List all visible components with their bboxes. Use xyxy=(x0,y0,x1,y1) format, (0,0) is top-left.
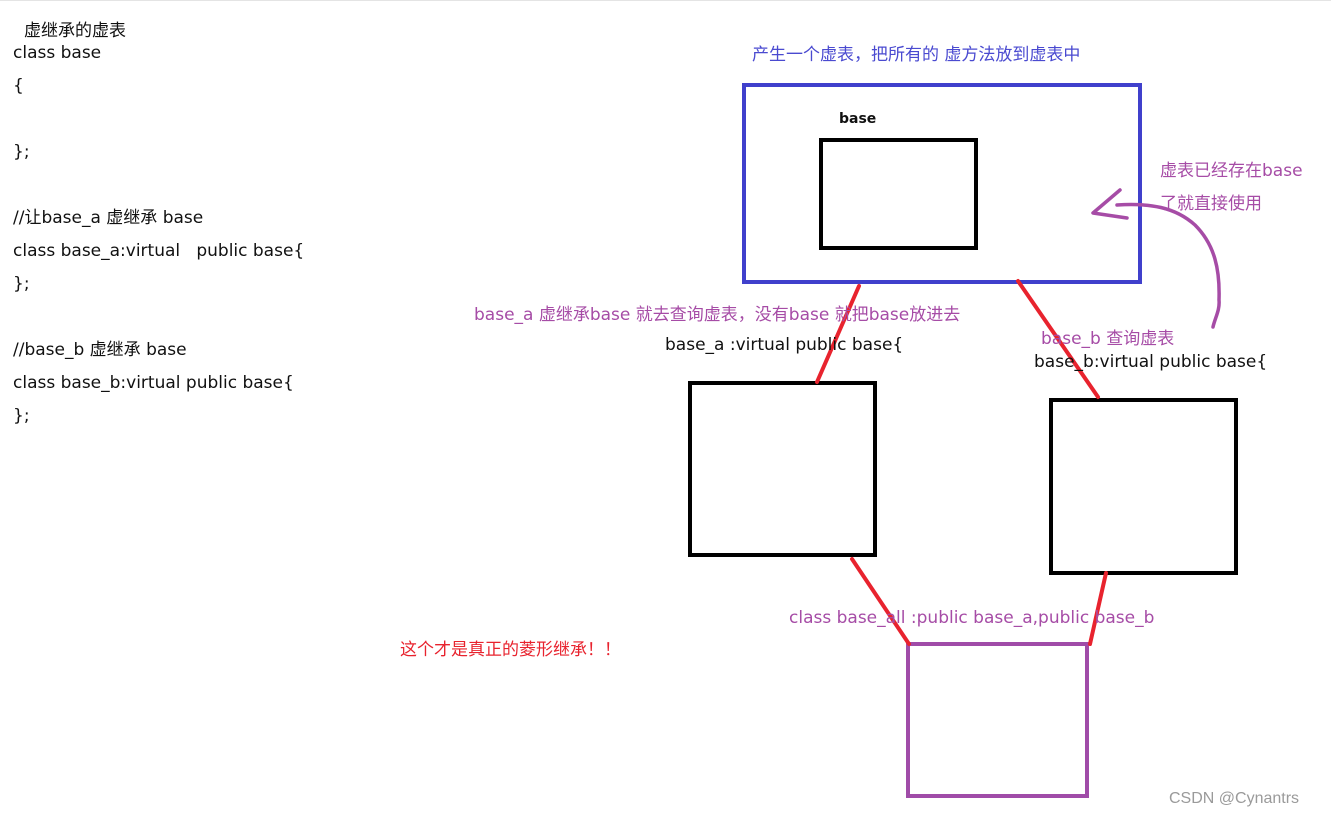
base-b-declaration: base_b:virtual public base{ xyxy=(1034,352,1268,372)
diagram-canvas xyxy=(688,83,1238,798)
vtable-box xyxy=(742,83,1142,284)
base-b-note: base_b 查询虚表 xyxy=(1041,329,1175,349)
vtable-exists-note-line1: 虚表已经存在base xyxy=(1160,161,1303,181)
base-b-class-box xyxy=(1049,398,1238,575)
base-all-class-box xyxy=(906,642,1089,798)
vtable-exists-note-line2: 了就直接使用 xyxy=(1160,194,1262,214)
watermark: CSDN @Cynantrs xyxy=(1169,790,1300,807)
base-all-declaration: class base_all :public base_a,public bas… xyxy=(789,608,1155,628)
base-class-box xyxy=(819,138,978,250)
curved-arrow-shaft xyxy=(1115,202,1221,329)
vtable-note: 产生一个虚表，把所有的 虚方法放到虚表中 xyxy=(752,45,1081,65)
connector-base-a-to-base-all xyxy=(850,557,911,646)
connector-vtable-to-base-a xyxy=(815,284,861,384)
base-a-note: base_a 虚继承base 就去查询虚表，没有base 就把base放进去 xyxy=(474,305,961,325)
base-label: base xyxy=(839,111,877,127)
base-a-class-box xyxy=(688,381,877,557)
diamond-inheritance-note: 这个才是真正的菱形继承！！ xyxy=(400,640,621,660)
base-a-declaration: base_a :virtual public base{ xyxy=(665,335,904,355)
